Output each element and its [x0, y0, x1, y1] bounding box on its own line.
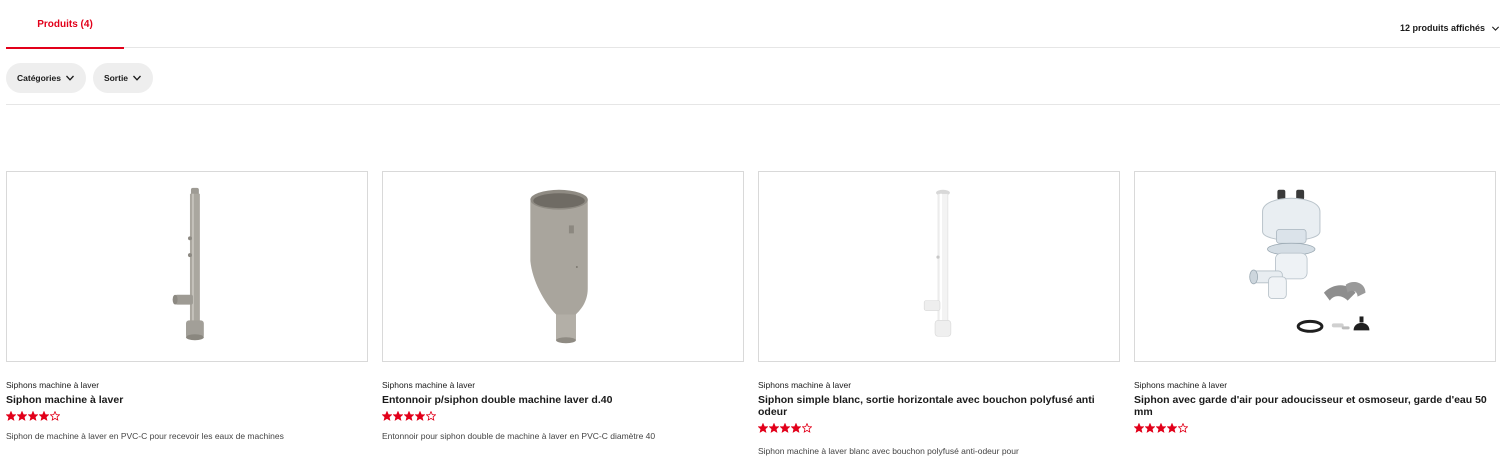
product-title[interactable]: Siphon avec garde d'air pour adoucisseur… [1134, 394, 1496, 418]
star-filled-icon [404, 411, 414, 421]
star-filled-icon [1145, 423, 1155, 433]
star-filled-icon [1156, 423, 1166, 433]
product-card[interactable]: Siphons machine à laver Siphon avec gard… [1134, 171, 1496, 458]
product-rating [6, 411, 368, 422]
star-empty-icon [50, 411, 60, 421]
filter-bar: Catégories Sortie [6, 63, 154, 93]
product-card[interactable]: Siphons machine à laver Siphon machine à… [6, 171, 368, 458]
product-description: Entonnoir pour siphon double de machine … [382, 431, 656, 441]
product-category: Siphons machine à laver [758, 380, 852, 390]
product-image[interactable] [382, 171, 744, 362]
filter-sortie-button[interactable]: Sortie [92, 63, 154, 93]
grey-funnel-image [530, 189, 588, 344]
star-filled-icon [6, 411, 16, 421]
results-tabbar: Produits (4) 12 produits affichés [6, 0, 1500, 49]
star-filled-icon [382, 411, 392, 421]
chevron-down-icon [133, 75, 142, 81]
star-filled-icon [415, 411, 425, 421]
product-image[interactable] [1134, 171, 1496, 362]
star-filled-icon [780, 423, 790, 433]
star-empty-icon [802, 423, 812, 433]
star-filled-icon [393, 411, 403, 421]
chevron-down-icon [1491, 26, 1500, 31]
product-rating [1134, 423, 1496, 434]
tab-products-label: Produits (4) [37, 18, 93, 30]
white-siphon-pipe-image [923, 189, 952, 337]
star-filled-icon [769, 423, 779, 433]
star-filled-icon [1134, 423, 1144, 433]
products-per-page-label: 12 produits affichés [1399, 23, 1485, 33]
product-description: Siphon de machine à laver en PVC-C pour … [6, 431, 284, 441]
product-category: Siphons machine à laver [1134, 380, 1228, 390]
star-empty-icon [426, 411, 436, 421]
filter-categories-label: Catégories [17, 73, 61, 83]
product-description: Siphon machine à laver blanc avec boucho… [758, 446, 1019, 456]
siphon-kit-image [1249, 189, 1370, 333]
grey-siphon-pipe-image [172, 187, 204, 341]
product-card[interactable]: Siphons machine à laver Entonnoir p/siph… [382, 171, 744, 458]
tab-products[interactable]: Produits (4) [6, 0, 124, 49]
star-filled-icon [758, 423, 768, 433]
tab-active-underline [6, 47, 124, 49]
product-grid: Siphons machine à laver Siphon machine à… [6, 171, 1496, 458]
product-title[interactable]: Siphon simple blanc, sortie horizontale … [758, 394, 1120, 418]
filters-divider [6, 104, 1500, 105]
star-filled-icon [28, 411, 38, 421]
star-filled-icon [1167, 423, 1177, 433]
chevron-down-icon [65, 75, 74, 81]
product-title[interactable]: Entonnoir p/siphon double machine laver … [382, 394, 744, 406]
star-filled-icon [791, 423, 801, 433]
star-empty-icon [1178, 423, 1188, 433]
product-category: Siphons machine à laver [382, 380, 476, 390]
products-per-page-select[interactable]: 12 produits affichés [1400, 23, 1500, 33]
filter-categories-button[interactable]: Catégories [6, 63, 86, 93]
product-title[interactable]: Siphon machine à laver [6, 394, 368, 406]
filter-sortie-label: Sortie [103, 73, 129, 83]
product-rating [758, 423, 1120, 434]
product-category: Siphons machine à laver [6, 380, 100, 390]
product-image[interactable] [6, 171, 368, 362]
star-filled-icon [39, 411, 49, 421]
product-card[interactable]: Siphons machine à laver Siphon simple bl… [758, 171, 1120, 458]
product-image[interactable] [758, 171, 1120, 362]
product-rating [382, 411, 744, 422]
star-filled-icon [17, 411, 27, 421]
